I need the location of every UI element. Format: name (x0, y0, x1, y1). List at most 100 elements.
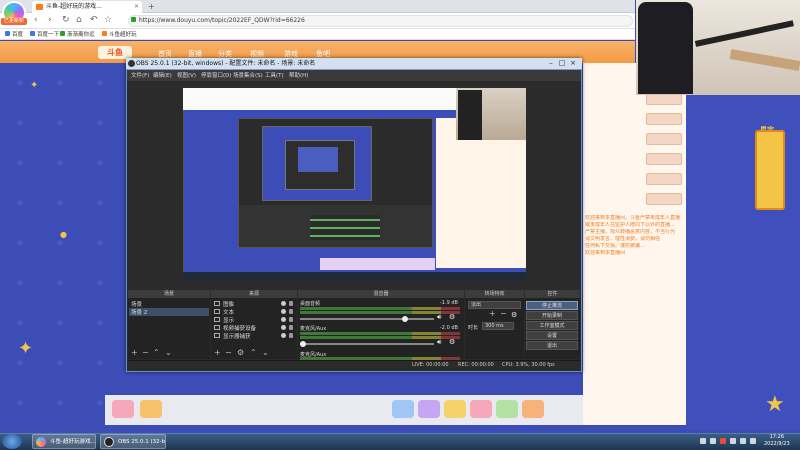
volume-icon[interactable] (740, 438, 746, 444)
chat-line: 或未成年人在监护人陪同下以外的直播... (585, 222, 675, 228)
gift-item[interactable] (646, 133, 682, 145)
menu-view[interactable]: 视图(V) (177, 71, 196, 79)
minimize-icon[interactable]: – (546, 59, 556, 68)
mixer-gear-icon[interactable]: ⚙ (449, 313, 455, 321)
mixer-gear-icon[interactable]: ⚙ (449, 338, 455, 346)
gift-icon[interactable] (444, 400, 466, 418)
undo-icon[interactable]: ↶ (90, 15, 98, 25)
lock-icon[interactable] (289, 317, 293, 322)
source-item[interactable]: 显示 (223, 316, 234, 324)
star-decoration-icon: ✦ (18, 338, 34, 359)
source-item[interactable]: 文本 (223, 308, 234, 316)
volume-slider[interactable] (300, 318, 434, 320)
menu-edit[interactable]: 编辑(E) (153, 71, 172, 79)
gift-icon[interactable] (418, 400, 440, 418)
speaker-icon[interactable]: 🔊︎ (437, 313, 441, 322)
studio-mode-button[interactable]: 工作室模式 (526, 321, 578, 330)
gift-icon[interactable] (522, 400, 544, 418)
back-icon[interactable]: ‹ (34, 15, 38, 25)
visibility-eye-icon[interactable] (281, 333, 286, 338)
mixer-track-level: -2.0 dB (440, 325, 458, 331)
transition-select[interactable]: 淡出 (468, 301, 521, 309)
bookmark-star-icon[interactable]: ☆ (104, 15, 112, 25)
forward-icon[interactable]: › (48, 15, 52, 25)
volume-slider-knob[interactable] (300, 341, 306, 347)
ime-icon[interactable] (750, 438, 756, 444)
scene-remove-button[interactable]: − (142, 348, 149, 358)
home-icon[interactable]: ⌂ (76, 15, 82, 25)
source-item[interactable]: 图像 (223, 300, 234, 308)
side-game-card[interactable] (755, 130, 785, 210)
source-settings-gear-icon[interactable]: ⚙ (237, 348, 244, 358)
settings-button[interactable]: 设置 (526, 331, 578, 340)
transition-remove-button[interactable]: − (500, 309, 507, 319)
source-remove-button[interactable]: − (225, 348, 232, 358)
address-bar[interactable]: https://www.douyu.com/topic/2022EF_QDW?r… (128, 15, 633, 27)
gift-item[interactable] (646, 113, 682, 125)
menu-tools[interactable]: 工具(T) (265, 71, 284, 79)
browser-tab-active[interactable]: 斗鱼-超好玩的游戏... (32, 1, 142, 13)
gift-icon[interactable] (112, 400, 134, 418)
start-recording-button[interactable]: 开始录制 (526, 311, 578, 320)
bookmark-icon (60, 31, 65, 36)
tray-alert-icon[interactable] (720, 438, 726, 444)
transition-add-button[interactable]: + (489, 309, 496, 319)
menu-docks[interactable]: 停靠窗口(D) (201, 71, 232, 79)
lock-icon[interactable] (289, 333, 293, 338)
menu-file[interactable]: 文件(F) (131, 71, 149, 79)
lock-icon[interactable] (289, 325, 293, 330)
menu-scene-collection[interactable]: 场景集合(S) (233, 71, 263, 79)
gift-item[interactable] (646, 153, 682, 165)
scene-move-down-icon[interactable]: ⌄ (165, 348, 172, 358)
menu-help[interactable]: 帮助(H) (289, 71, 308, 79)
scene-item[interactable]: 场景 2 (129, 308, 209, 316)
gift-icon[interactable] (392, 400, 414, 418)
scene-add-button[interactable]: + (131, 348, 138, 358)
source-move-up-icon[interactable]: ⌃ (250, 348, 257, 358)
gift-item[interactable] (646, 193, 682, 205)
network-icon[interactable] (730, 438, 736, 444)
source-move-down-icon[interactable]: ⌄ (262, 348, 269, 358)
scenes-dock-header: 场景 (128, 290, 210, 299)
visibility-eye-icon[interactable] (281, 325, 286, 330)
speaker-icon[interactable]: 🔊︎ (437, 338, 441, 347)
gift-icon[interactable] (140, 400, 162, 418)
tray-icon[interactable] (710, 438, 716, 444)
bookmark-item[interactable]: 百度 (12, 30, 23, 38)
visibility-eye-icon[interactable] (281, 317, 286, 322)
system-clock[interactable]: 17:26 2022/9/23 (764, 434, 790, 448)
visibility-eye-icon[interactable] (281, 301, 286, 306)
scene-move-up-icon[interactable]: ⌃ (153, 348, 160, 358)
duration-input[interactable]: 300 ms (482, 322, 514, 330)
bookmark-item[interactable]: 斗鱼超好玩 (109, 30, 137, 38)
volume-slider-knob[interactable] (402, 316, 408, 322)
scene-item[interactable]: 场景 (129, 300, 209, 308)
gift-item[interactable] (646, 173, 682, 185)
bookmark-item[interactable]: 渐渐离你远 (67, 30, 95, 38)
maximize-icon[interactable]: □ (557, 59, 567, 68)
visibility-eye-icon[interactable] (281, 309, 286, 314)
lock-icon[interactable] (289, 301, 293, 306)
start-button-icon[interactable] (2, 434, 22, 449)
bookmark-item[interactable]: 百度一下 (37, 30, 59, 38)
lock-icon[interactable] (289, 309, 293, 314)
tray-icon[interactable] (700, 438, 706, 444)
camera-source-icon (214, 325, 220, 330)
gift-icon[interactable] (496, 400, 518, 418)
cpu-fps-status: CPU: 3.9%, 30.00 fps (502, 362, 555, 368)
source-item[interactable]: 显示器捕获 (223, 332, 251, 340)
tab-close-icon[interactable]: × (134, 3, 139, 10)
source-item[interactable]: 视频捕获设备 (223, 324, 256, 332)
source-add-button[interactable]: + (214, 348, 221, 358)
exit-button[interactable]: 退出 (526, 341, 578, 350)
preview-nested-preview (298, 147, 338, 172)
stop-streaming-button[interactable]: 停止推流 (526, 301, 578, 310)
transition-gear-icon[interactable]: ⚙ (511, 311, 517, 319)
chat-line: 欢迎来到本直播间 (585, 250, 626, 256)
obs-titlebar[interactable]: OBS 25.0.1 (32-bit, windows) - 配置文件: 未命名… (126, 58, 582, 70)
close-icon[interactable]: × (568, 59, 578, 68)
volume-slider[interactable] (300, 343, 434, 345)
reload-icon[interactable]: ↻ (62, 15, 70, 25)
gift-icon[interactable] (470, 400, 492, 418)
new-tab-button[interactable]: + (148, 2, 155, 11)
